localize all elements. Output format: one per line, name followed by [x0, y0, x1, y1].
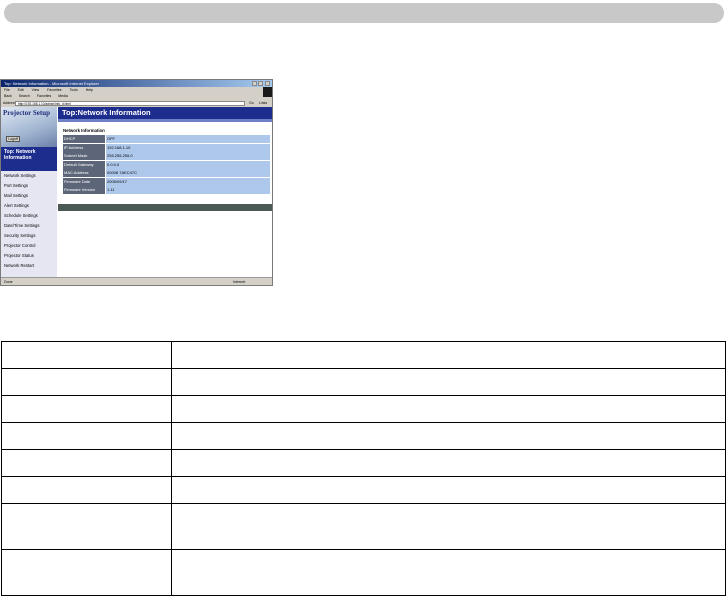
menu-file[interactable]: File	[4, 88, 10, 92]
sidebar-item-security-settings[interactable]: Security Settings	[1, 231, 57, 241]
sidebar-item-projector-status[interactable]: Projector Status	[1, 251, 57, 261]
sidebar-item-network-information[interactable]: Top: Network Information	[1, 147, 57, 171]
row-value: 1.11	[106, 186, 270, 194]
table-row: Subnet Mask 255.255.255.0	[63, 152, 270, 160]
table-row	[1, 368, 726, 396]
row-value: 00008 7AEC47C	[106, 169, 270, 177]
sidebar-menu: Network Settings Port Settings Mail Sett…	[1, 171, 57, 271]
row-key: Subnet Mask	[63, 152, 105, 160]
menu-edit[interactable]: Edit	[18, 88, 24, 92]
network-info-table: DHCP OFF IP Address 192.168.1.10 Subnet …	[63, 135, 270, 195]
menu-favorites[interactable]: Favorites	[47, 88, 61, 92]
table-row: Firmware Date 2005/09/17	[63, 177, 270, 186]
table-row: IP Address 192.168.1.10	[63, 143, 270, 152]
row-key: Default Gateway	[63, 160, 105, 169]
table-row: MAC Address 00008 7AEC47C	[63, 169, 270, 177]
sidebar-item-projector-control[interactable]: Projector Control	[1, 241, 57, 251]
sidebar-item-network-restart[interactable]: Network Restart	[1, 261, 57, 271]
table-row	[1, 449, 726, 477]
row-value: 2005/09/17	[106, 177, 270, 186]
favorites-button[interactable]: Favorites	[37, 94, 51, 98]
row-key: DHCP	[63, 135, 105, 143]
search-button[interactable]: Search	[19, 94, 30, 98]
close-icon[interactable]	[265, 81, 270, 86]
table-row	[1, 395, 726, 423]
section-header-bar	[4, 3, 724, 23]
table-row	[1, 549, 726, 596]
table-row: DHCP OFF	[63, 135, 270, 143]
zone-text: Internet	[233, 280, 246, 284]
page-title: Top:Network Information	[58, 107, 272, 119]
back-button[interactable]: Back	[4, 94, 12, 98]
sidebar-item-schedule-settings[interactable]: Schedule Settings	[1, 211, 57, 221]
menu-tools[interactable]: Tools	[70, 88, 78, 92]
row-value: 255.255.255.0	[106, 152, 270, 160]
table-row: Default Gateway 0.0.0.0	[63, 160, 270, 169]
browser-screenshot: Top: Network Information - Microsoft Int…	[0, 79, 273, 286]
sidebar-item-date-time-settings[interactable]: Date/Time Settings	[1, 221, 57, 231]
address-bar: Address http://192.168.1.10/admin/info_d…	[1, 100, 272, 107]
sidebar-item-port-settings[interactable]: Port Settings	[1, 181, 57, 191]
media-button[interactable]: Media	[58, 94, 68, 98]
address-label: Address	[3, 101, 16, 105]
web-page: Projector Setup Logoff Top: Network Info…	[1, 107, 272, 277]
links-button[interactable]: Links	[259, 100, 267, 107]
row-key: MAC Address	[63, 169, 105, 177]
status-text: Done	[4, 280, 13, 284]
table-row	[1, 503, 726, 550]
sidebar: Projector Setup Logoff Top: Network Info…	[1, 107, 57, 277]
footer-bar	[58, 204, 272, 211]
row-key: Firmware Version	[63, 186, 105, 194]
section-title: Network Information	[63, 128, 105, 133]
menu-help[interactable]: Help	[86, 88, 93, 92]
sidebar-item-alert-settings[interactable]: Alert Settings	[1, 201, 57, 211]
row-value: 0.0.0.0	[106, 160, 270, 169]
address-input[interactable]: http://192.168.1.10/admin/info_d.html	[15, 101, 245, 106]
table-row: Firmware Version 1.11	[63, 186, 270, 194]
sidebar-title: Projector Setup	[3, 109, 50, 117]
row-value: OFF	[106, 135, 270, 143]
row-value: 192.168.1.10	[106, 143, 270, 152]
maximize-icon[interactable]	[258, 81, 263, 86]
table-row	[1, 476, 726, 504]
status-bar: Done Internet	[1, 277, 272, 285]
toolbar: Back Search Favorites Media	[1, 93, 272, 100]
table-row	[1, 341, 726, 369]
sidebar-item-mail-settings[interactable]: Mail Settings	[1, 191, 57, 201]
header-accent	[58, 119, 272, 122]
sidebar-item-network-settings[interactable]: Network Settings	[1, 171, 57, 181]
window-title: Top: Network Information - Microsoft Int…	[4, 81, 99, 86]
row-key: IP Address	[63, 143, 105, 152]
window-title-bar: Top: Network Information - Microsoft Int…	[1, 80, 272, 87]
row-key: Firmware Date	[63, 177, 105, 186]
go-button[interactable]: Go	[249, 100, 254, 107]
sidebar-header: Projector Setup Logoff	[1, 107, 57, 147]
logoff-button[interactable]: Logoff	[6, 136, 20, 142]
table-row	[1, 422, 726, 450]
description-table	[1, 341, 726, 596]
menu-view[interactable]: View	[32, 88, 40, 92]
minimize-icon[interactable]	[252, 81, 257, 86]
